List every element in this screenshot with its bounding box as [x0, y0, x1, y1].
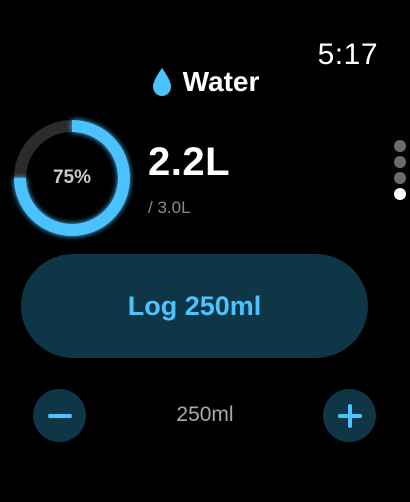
progress-ring: 75%	[12, 118, 132, 238]
water-drop-icon	[152, 68, 171, 96]
page-dot	[394, 156, 406, 168]
page-dot	[394, 188, 406, 200]
app-header: Water	[0, 66, 410, 98]
log-water-button[interactable]: Log 250ml	[21, 254, 368, 358]
intake-amount: 2.2L	[148, 140, 231, 184]
intake-goal: / 3.0L	[148, 198, 191, 217]
progress-percent: 75%	[52, 167, 92, 188]
page-dot	[394, 140, 406, 152]
page-indicator	[394, 140, 406, 200]
minus-icon	[47, 413, 72, 418]
decrement-button[interactable]	[33, 389, 86, 442]
step-amount: 250ml	[176, 403, 234, 426]
increment-button[interactable]	[323, 389, 376, 442]
app-title: Water	[182, 66, 260, 97]
page-dot	[394, 172, 406, 184]
plus-icon	[323, 389, 376, 442]
